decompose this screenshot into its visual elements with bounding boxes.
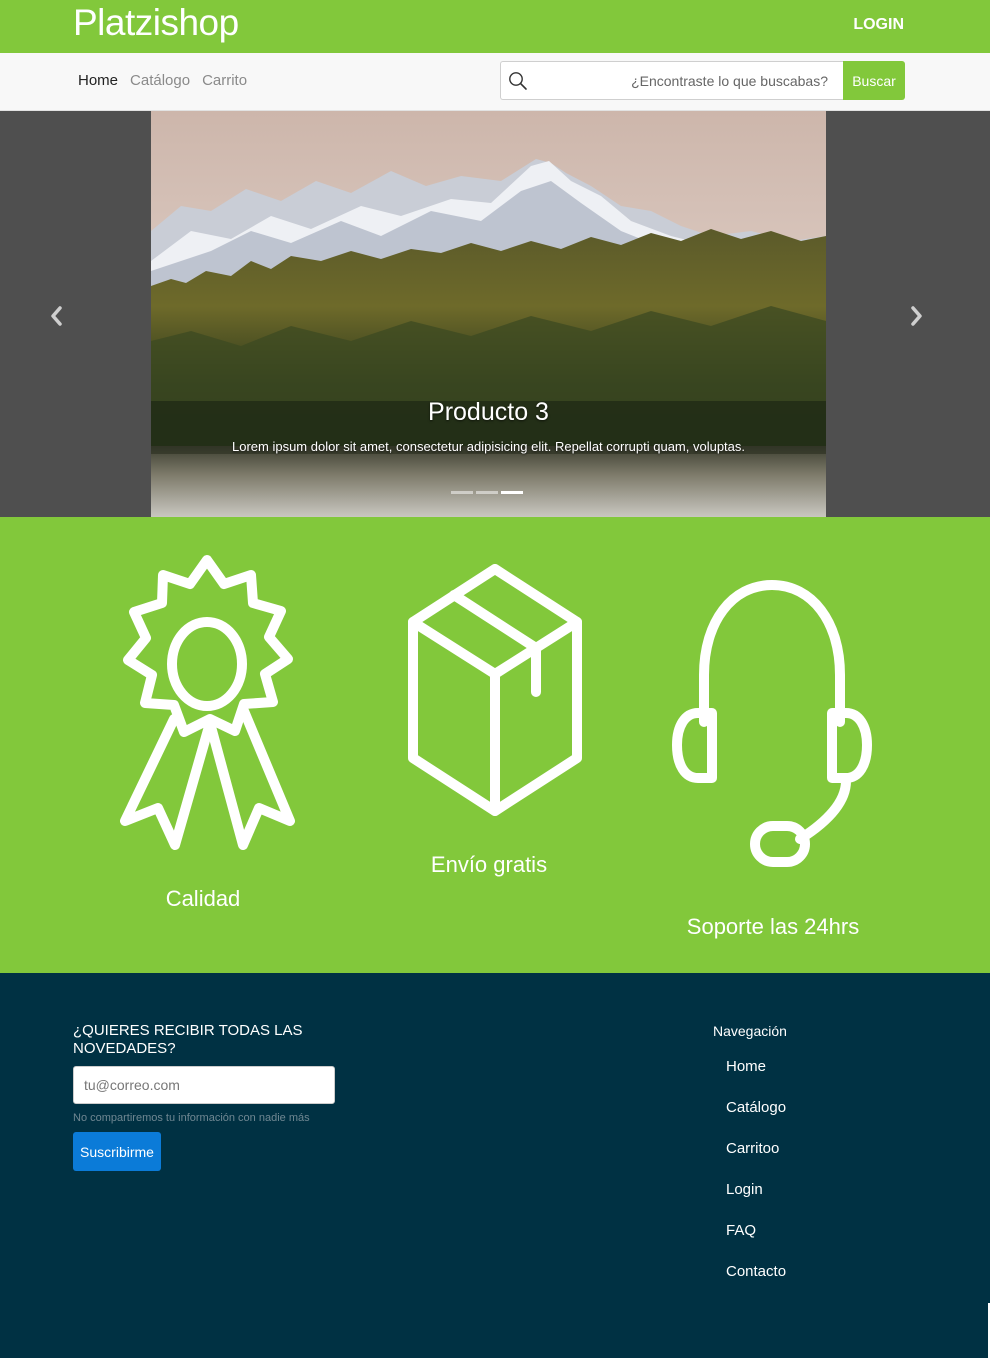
search-box — [500, 61, 843, 100]
carousel-indicator-2[interactable] — [476, 491, 498, 494]
email-help-text: No compartiremos tu información con nadi… — [73, 1112, 310, 1124]
nav-link-home[interactable]: Home — [78, 72, 118, 89]
carousel: Producto 3 Lorem ipsum dolor sit amet, c… — [0, 111, 990, 517]
login-link[interactable]: LOGIN — [853, 16, 904, 34]
headset-icon — [672, 580, 872, 867]
carousel-indicator-1[interactable] — [451, 491, 473, 494]
footer-nav-item-contacto[interactable]: Contacto — [726, 1263, 786, 1304]
carousel-caption-title: Producto 3 — [428, 398, 549, 426]
award-ribbon-icon — [120, 555, 295, 850]
page-bottom-edge — [0, 1358, 990, 1362]
footer-nav-item-carrito[interactable]: Carritoo — [726, 1140, 786, 1181]
footer-nav-title: Navegación — [713, 1023, 787, 1039]
feature-label-envio: Envío gratis — [430, 852, 548, 877]
footer-nav-item-login[interactable]: Login — [726, 1181, 786, 1222]
top-bar: Platzishop LOGIN — [0, 0, 990, 53]
search-button[interactable]: Buscar — [843, 61, 905, 100]
package-box-icon — [408, 564, 582, 816]
search-input[interactable] — [533, 62, 836, 99]
nav-link-carrito[interactable]: Carrito — [202, 72, 247, 89]
footer-nav-item-home[interactable]: Home — [726, 1058, 786, 1099]
nav-bar: Home Catálogo Carrito Buscar — [0, 53, 990, 111]
search-form: Buscar — [500, 61, 905, 100]
newsletter-title: ¿QUIERES RECIBIR TODAS LAS NOVEDADES? — [73, 1022, 303, 1057]
carousel-slide-image — [151, 111, 826, 517]
carousel-caption-text: Lorem ipsum dolor sit amet, consectetur … — [231, 439, 746, 454]
nav-links: Home Catálogo Carrito — [78, 72, 247, 89]
carousel-indicators — [451, 491, 523, 494]
footer-nav-item-faq[interactable]: FAQ — [726, 1222, 786, 1263]
brand-logo[interactable]: Platzishop — [73, 2, 239, 44]
search-icon — [509, 72, 527, 90]
subscribe-button[interactable]: Suscribirme — [73, 1132, 161, 1171]
carousel-indicator-3[interactable] — [501, 491, 523, 494]
chevron-left-icon[interactable] — [47, 301, 67, 331]
feature-label-soporte: Soporte las 24hrs — [686, 914, 860, 939]
nav-link-catalogo[interactable]: Catálogo — [130, 72, 190, 89]
email-field[interactable] — [73, 1066, 335, 1104]
footer-nav-item-catalogo[interactable]: Catálogo — [726, 1099, 786, 1140]
footer: ¿QUIERES RECIBIR TODAS LAS NOVEDADES? No… — [0, 973, 990, 1358]
features-section: Calidad Envío gratis Soporte las 24hrs — [0, 517, 990, 973]
carousel-caption: Producto 3 Lorem ipsum dolor sit amet, c… — [151, 398, 826, 454]
chevron-right-icon[interactable] — [906, 301, 926, 331]
footer-nav-list: Home Catálogo Carritoo Login FAQ Contact… — [726, 1058, 786, 1304]
feature-label-calidad: Calidad — [165, 886, 241, 911]
